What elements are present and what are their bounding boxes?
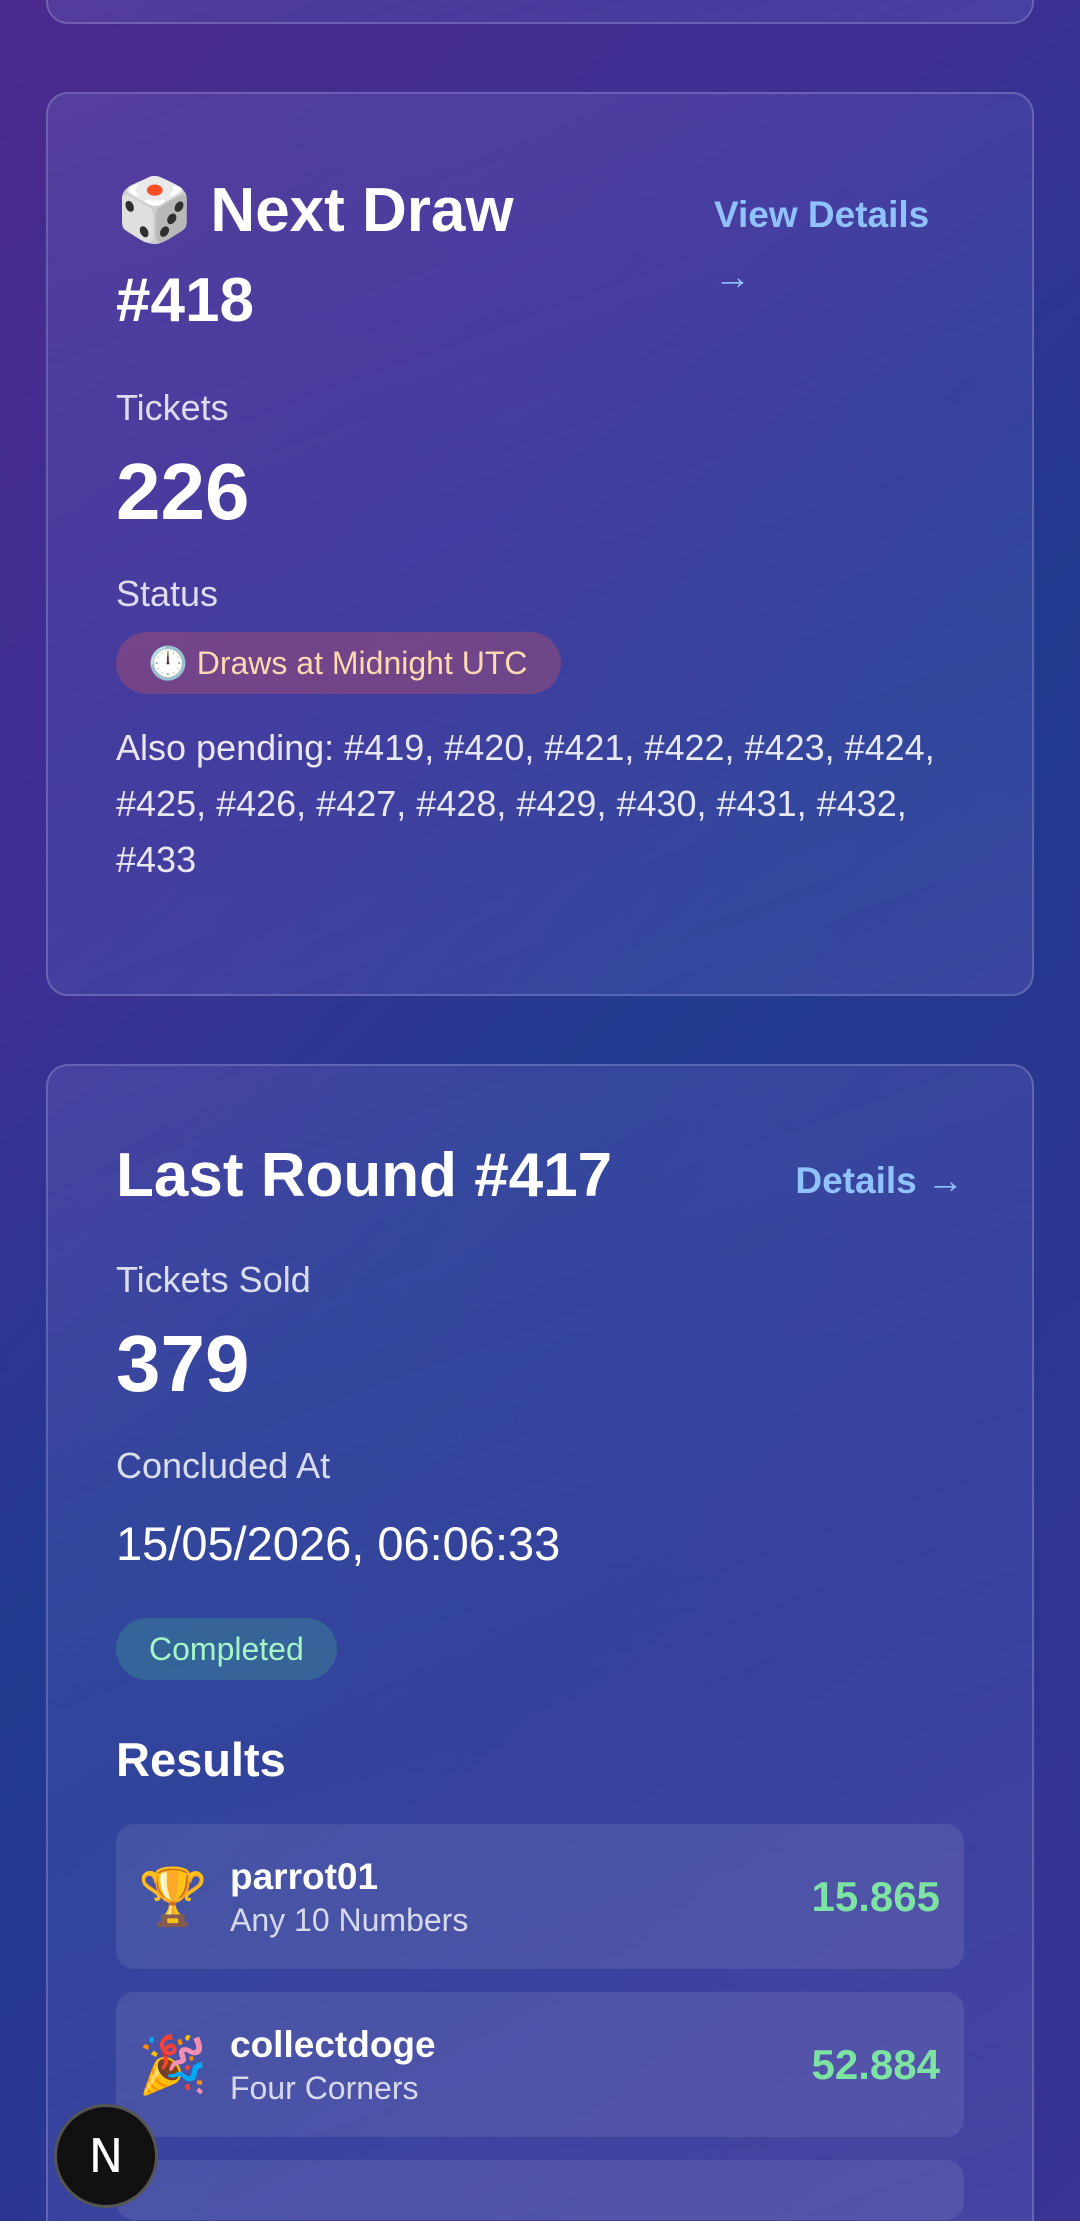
- next-draw-card: 🎲 Next Draw #418 View Details → Tickets …: [46, 92, 1034, 996]
- next-draw-title: 🎲 Next Draw #418: [116, 166, 676, 346]
- tickets-value: 226: [116, 447, 250, 536]
- result-player: parrot01: [230, 1855, 379, 1897]
- result-row[interactable]: [116, 2160, 964, 2220]
- result-game: Any 10 Numbers: [230, 1901, 469, 1938]
- result-row[interactable]: 🏆 parrot01 Any 10 Numbers 15.865: [116, 1824, 964, 1969]
- result-player: collectdoge: [230, 2023, 436, 2065]
- previous-card: [46, 0, 1034, 24]
- status-label: Status: [116, 573, 219, 614]
- result-row[interactable]: 🎉 collectdoge Four Corners 52.884: [116, 1992, 964, 2137]
- results-title: Results: [116, 1733, 286, 1786]
- next-draw-number: #418: [116, 266, 254, 335]
- result-amount: 52.884: [811, 2040, 940, 2088]
- next-draw-title-prefix: 🎲 Next Draw: [116, 176, 514, 245]
- completed-badge: Completed: [116, 1618, 337, 1680]
- n-logo-icon: N: [88, 2129, 124, 2183]
- next-dev-indicator-button[interactable]: N: [54, 2104, 158, 2208]
- concluded-at-label: Concluded At: [116, 1445, 331, 1486]
- party-popper-icon: 🎉: [138, 2032, 208, 2096]
- tickets-sold-label: Tickets Sold: [116, 1259, 311, 1300]
- last-round-card: Last Round #417 Details → Tickets Sold 3…: [46, 1064, 1034, 2221]
- concluded-at-value: 15/05/2026, 06:06:33: [116, 1517, 561, 1570]
- results-list: 🏆 parrot01 Any 10 Numbers 15.865 🎉 colle…: [116, 1824, 964, 2220]
- result-game: Four Corners: [230, 2069, 419, 2106]
- tickets-sold-value: 379: [116, 1319, 250, 1408]
- result-amount: 15.865: [811, 1872, 940, 1920]
- status-badge: 🕛 Draws at Midnight UTC: [116, 632, 562, 694]
- tickets-label: Tickets: [116, 387, 229, 428]
- details-link[interactable]: Details →: [795, 1150, 964, 1212]
- pending-draws-text: Also pending: #419, #420, #421, #422, #4…: [116, 727, 935, 880]
- trophy-icon: 🏆: [138, 1864, 208, 1928]
- view-details-link[interactable]: View Details →: [714, 184, 964, 308]
- last-round-title: Last Round #417: [116, 1141, 613, 1210]
- next-draw-header: 🎲 Next Draw #418 View Details →: [116, 166, 964, 346]
- last-round-header: Last Round #417 Details →: [116, 1138, 964, 1214]
